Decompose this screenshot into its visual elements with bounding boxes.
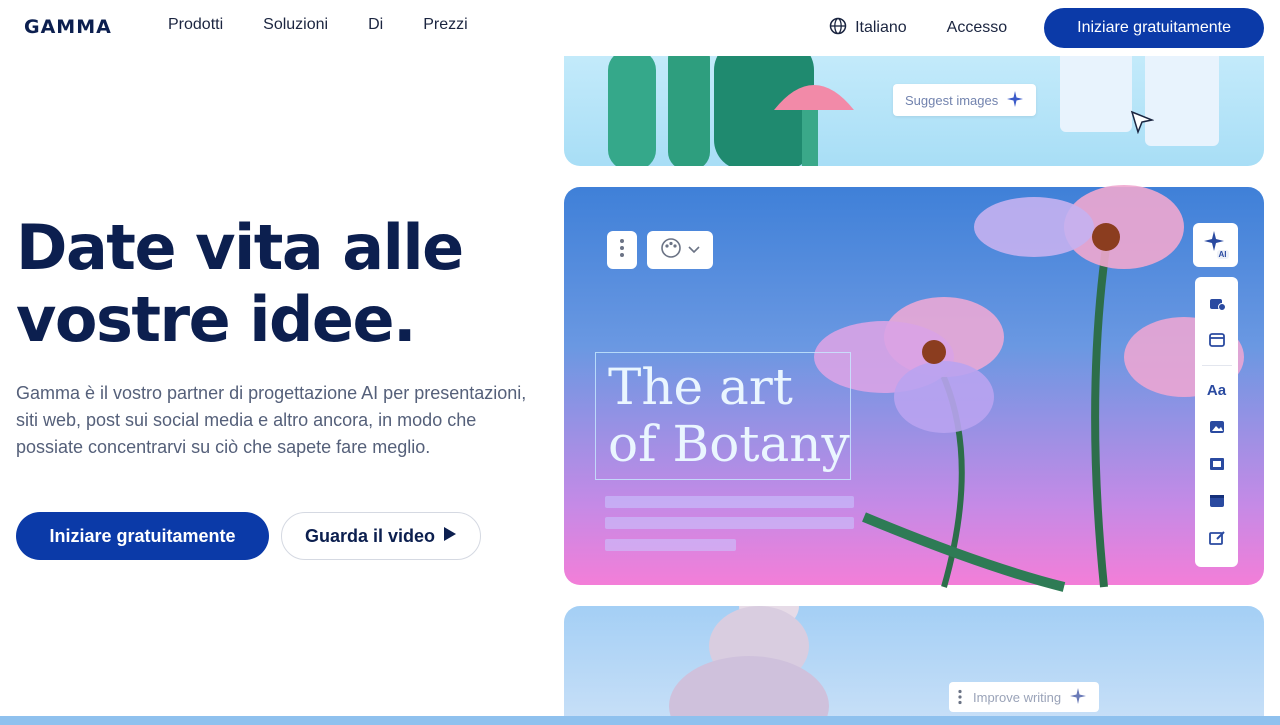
- palette-icon: [660, 237, 682, 264]
- video-icon[interactable]: [1205, 452, 1229, 476]
- ai-assistant-button[interactable]: AI: [1193, 223, 1238, 267]
- embed-icon[interactable]: [1205, 489, 1229, 513]
- language-label: Italiano: [855, 19, 907, 36]
- layout-icon[interactable]: [1205, 328, 1229, 352]
- text-tool-icon[interactable]: Aa: [1205, 378, 1229, 402]
- top-nav: GAMMA Prodotti Soluzioni Di Prezzi Itali…: [0, 0, 1280, 56]
- hero-ctas: Iniziare gratuitamente Guarda il video: [16, 512, 481, 560]
- chevron-down-icon: [688, 241, 700, 259]
- ai-sparkle-icon: AI: [1203, 230, 1229, 260]
- suggest-images-chip[interactable]: Suggest images: [893, 84, 1037, 116]
- panel-divider: [1201, 365, 1232, 366]
- more-vertical-icon: [619, 238, 625, 263]
- hero-subtitle: Gamma è il vostro partner di progettazio…: [16, 383, 527, 457]
- hero-title: Date vita alle vostre idee.: [16, 212, 536, 356]
- hero-signup-button[interactable]: Iniziare gratuitamente: [16, 512, 269, 560]
- hero-title-line1: Date vita alle: [16, 211, 464, 284]
- cloud-illustration: [669, 606, 829, 725]
- preview-card-top: Suggest images: [564, 40, 1264, 166]
- improve-writing-label: Improve writing: [973, 689, 1062, 705]
- text-placeholder-line: [605, 496, 854, 508]
- preview-card-bottom: Improve writing: [564, 606, 1264, 725]
- slide-title-line1: The art: [608, 358, 793, 416]
- improve-writing-chip[interactable]: Improve writing: [949, 682, 1100, 712]
- globe-icon: [829, 17, 847, 40]
- watch-video-label: Guarda il video: [304, 525, 436, 546]
- nav-link-soluzioni[interactable]: Soluzioni: [263, 16, 328, 34]
- gamma-logo[interactable]: GAMMA: [24, 16, 112, 38]
- ai-badge: AI: [1216, 250, 1229, 259]
- play-icon: [443, 526, 457, 547]
- slide-tools-panel: Aa: [1195, 277, 1238, 567]
- nav-link-di[interactable]: Di: [368, 16, 383, 34]
- text-placeholder-line: [605, 539, 736, 551]
- image-icon[interactable]: [1205, 415, 1229, 439]
- text-placeholder-line: [605, 517, 854, 529]
- sparkle-icon: [1069, 687, 1087, 708]
- nav-links: Prodotti Soluzioni Di Prezzi: [168, 16, 468, 34]
- theme-dropdown[interactable]: [647, 231, 713, 269]
- card-add-icon[interactable]: [1205, 291, 1229, 315]
- nav-link-prodotti[interactable]: Prodotti: [168, 16, 223, 34]
- preview-card-main: The art of Botany AI Aa: [564, 185, 1264, 592]
- cursor-icon: [1130, 110, 1155, 139]
- nav-signup-button[interactable]: Iniziare gratuitamente: [1044, 8, 1264, 48]
- watch-video-button[interactable]: Guarda il video: [281, 512, 481, 560]
- nav-link-prezzi[interactable]: Prezzi: [423, 16, 467, 34]
- hero-title-line2: vostre idee.: [16, 283, 417, 356]
- login-link[interactable]: Accesso: [947, 19, 1007, 37]
- suggest-images-label: Suggest images: [905, 92, 999, 108]
- language-selector[interactable]: Italiano: [829, 17, 907, 40]
- more-vertical-icon: [957, 689, 963, 708]
- slide-more-button[interactable]: [607, 231, 637, 269]
- slide-title-line2: of Botany: [608, 415, 850, 473]
- slide-title[interactable]: The art of Botany: [608, 359, 850, 473]
- nav-right: Italiano Accesso Iniziare gratuitamente: [829, 8, 1264, 48]
- page-bottom-strip: [0, 716, 1280, 725]
- sparkle-icon: [1006, 90, 1024, 111]
- edit-icon[interactable]: [1205, 526, 1229, 550]
